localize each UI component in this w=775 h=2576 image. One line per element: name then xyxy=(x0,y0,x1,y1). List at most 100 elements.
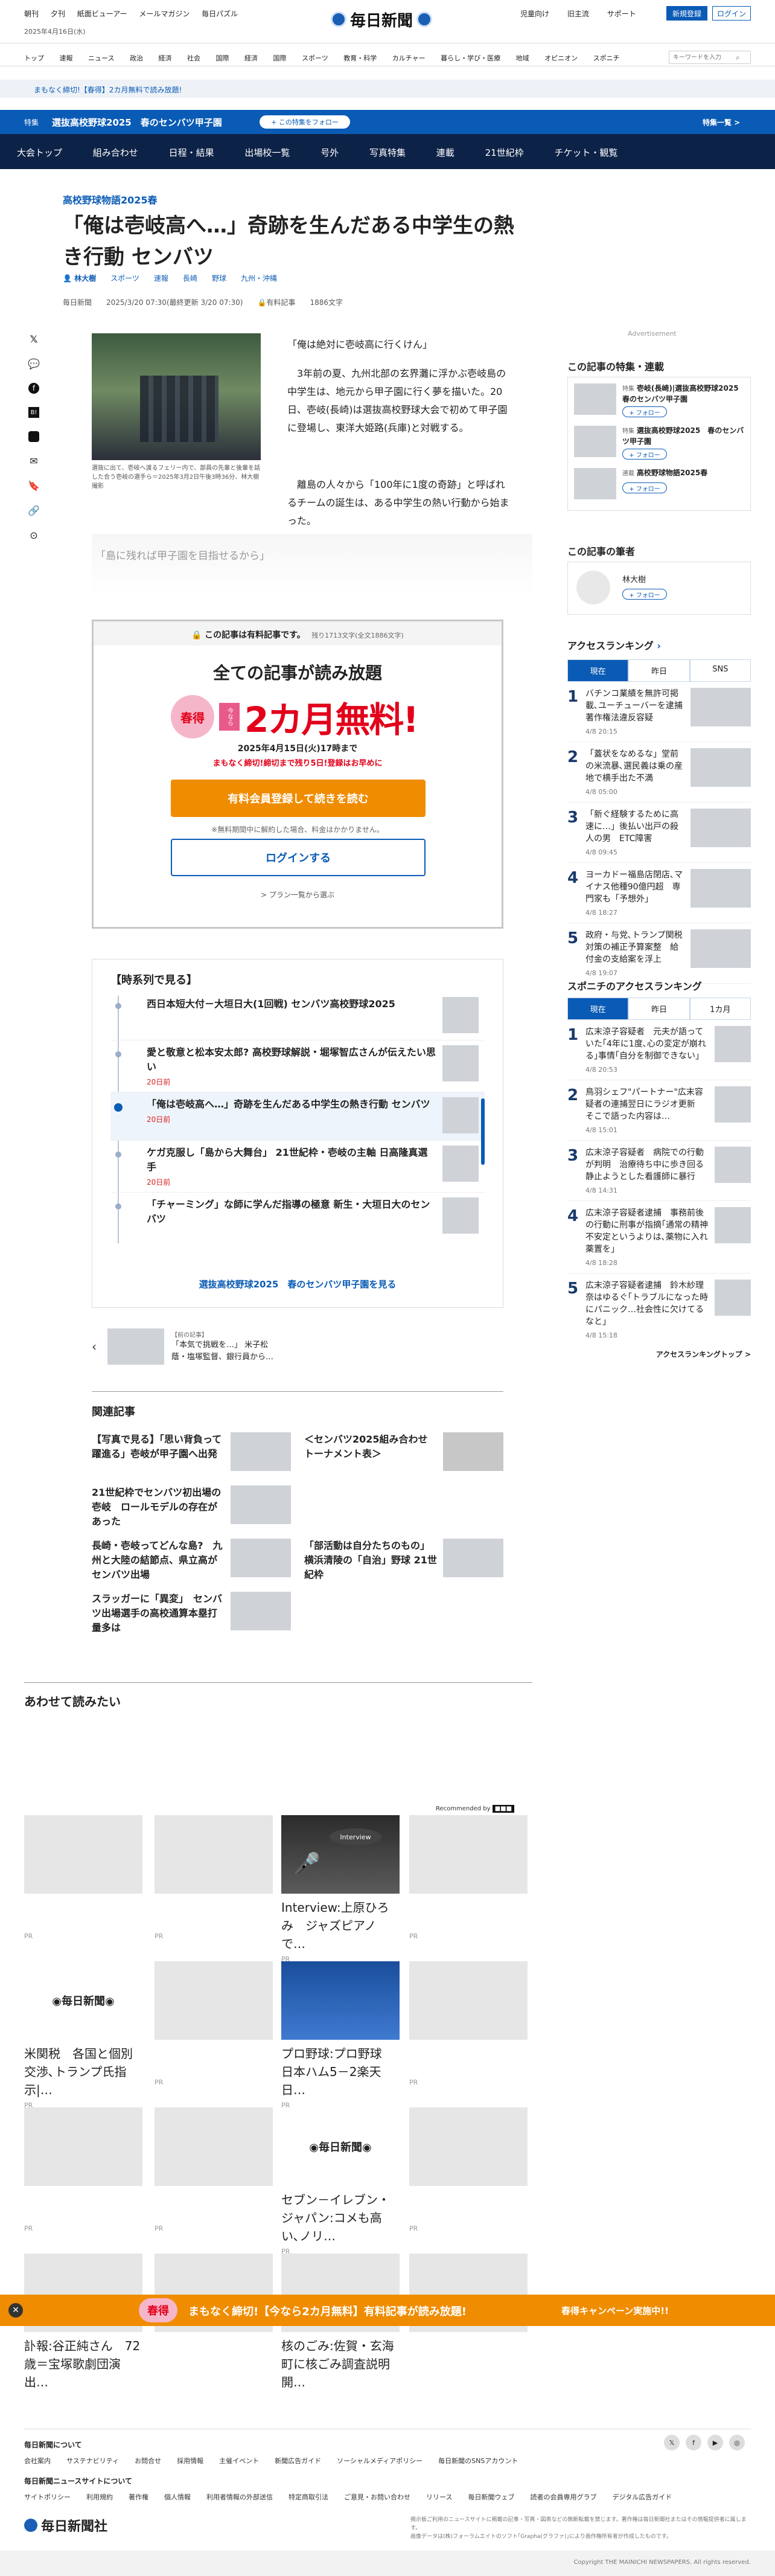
bottom-banner[interactable]: ✕ 春得 まもなく締切!【今なら2カ月無料】有料記事が読み放題! 春得キャンペー… xyxy=(0,2295,775,2326)
cat-sports[interactable]: スポーツ xyxy=(302,53,328,63)
reco-card[interactable]: PR xyxy=(409,2107,528,2232)
bookmark-icon[interactable]: 🔖 xyxy=(28,480,40,492)
footer-link[interactable]: 個人情報 xyxy=(164,2493,191,2501)
tab-yesterday[interactable]: 昨日 xyxy=(628,998,690,1020)
banner-cta[interactable]: 春得キャンペーン実施中!! xyxy=(561,2304,669,2317)
reco-card[interactable]: PR xyxy=(24,1815,142,1940)
series-item[interactable]: ケガ克服し「島から大舞台」 21世紀枠・壱岐の主軸 日高隆真選手 20日前 xyxy=(110,1141,485,1193)
hatena-icon[interactable]: B! xyxy=(28,407,39,418)
related-item[interactable]: 21世紀枠でセンバツ初出場の壱岐 ロールモデルの存在があった xyxy=(92,1485,291,1529)
subnav-top[interactable]: 大会トップ xyxy=(17,146,62,159)
series-more-link[interactable]: 選抜高校野球2025 春のセンバツ甲子園を見る xyxy=(92,1278,503,1290)
plans-link[interactable]: > プラン一覧から選ぶ xyxy=(94,889,502,900)
reco-card[interactable]: Interview 🎤 Interview:上原ひろみ ジャズピアノで… PR xyxy=(281,1815,400,1963)
header-link-evening[interactable]: 夕刊 xyxy=(51,8,65,19)
reco-card[interactable]: PR xyxy=(409,1815,528,1940)
subscribe-button[interactable]: 有料会員登録して続きを読む xyxy=(171,780,426,817)
tab-now[interactable]: 現在 xyxy=(567,998,629,1020)
x-share-icon[interactable]: 𝕏 xyxy=(30,333,38,345)
banner-text[interactable]: まもなく締切!【今なら2カ月無料】有料記事が読み放題! xyxy=(188,2303,467,2319)
facebook-icon[interactable]: f xyxy=(28,383,39,394)
cat-economy[interactable]: 経済 xyxy=(158,53,171,63)
footer-link[interactable]: 読者の会員専用グラブ xyxy=(530,2493,596,2501)
tag-sports[interactable]: スポーツ xyxy=(110,273,139,283)
feature-list-link[interactable]: 特集一覧 > xyxy=(703,117,740,127)
series-item-title[interactable]: 愛と敬意と松本安太郎? 高校野球解説・堀塚智広さんが伝えたい思い xyxy=(147,1045,436,1074)
byline[interactable]: 👤 林大樹 xyxy=(63,273,96,283)
cat-society[interactable]: 社会 xyxy=(187,53,200,63)
reco-title[interactable]: セブン－イレブン・ジャパン:コメも高い､ノリ… xyxy=(281,2191,400,2245)
subnav-tickets[interactable]: チケット・観覧 xyxy=(554,146,617,159)
related-item-title[interactable]: スラッガーに「異変」 センバツ出場選手の高校通算本塁打量多は xyxy=(92,1592,225,1635)
rank-item[interactable]: 4 広末涼子容疑者逮捕 事務前後の行動に刑事が指摘｢通常の精神不安定というよりは､… xyxy=(567,1201,751,1274)
series-item-title[interactable]: 西日本短大付－大垣日大(1回戦) センバツ高校野球2025 xyxy=(147,997,436,1011)
feature-follow-button[interactable]: + この特集をフォロー xyxy=(260,115,350,129)
cat-news[interactable]: ニュース xyxy=(88,53,114,63)
reco-title[interactable]: 米関税 各国と個別交渉､トランプ氏指示|… xyxy=(24,2045,142,2099)
related-item-title[interactable]: 長崎・壱岐ってどんな島? 九州と大陸の結節点、県立高がセンバツ出場 xyxy=(92,1539,225,1582)
footer-link[interactable]: お問合せ xyxy=(135,2457,161,2465)
rank-item-title[interactable]: 政府・与党､トランプ関税対策の補正予算案整 給付金の支給案を浮上 xyxy=(585,929,684,966)
feature-item-title[interactable]: 選抜高校野球2025 春のセンバツ甲子園 xyxy=(622,426,744,446)
footer-link[interactable]: 主催イベント xyxy=(219,2457,259,2465)
feature-item-title[interactable]: 壱岐(長崎)|選抜高校野球2025 春のセンバツ甲子園 xyxy=(622,384,746,403)
reco-title[interactable]: 訃報:谷正純さん 72歳＝宝塚歌劇団演出… xyxy=(24,2337,142,2391)
search-icon[interactable]: ⌕ xyxy=(736,53,740,62)
reco-card[interactable]: PR xyxy=(24,2107,142,2232)
footer-link[interactable]: 会社案内 xyxy=(24,2457,51,2465)
rank-item-title[interactable]: バチンコ業績を無許可掲載､ユーチューバーを逮捕 著作権法違反容疑 xyxy=(585,688,691,724)
footer-link[interactable]: 毎日新聞のSNSアカウント xyxy=(438,2457,518,2465)
cat-region[interactable]: 地域 xyxy=(516,53,529,63)
tag-nagasaki[interactable]: 長崎 xyxy=(183,273,197,283)
cat-world[interactable]: 国際 xyxy=(215,53,229,63)
footer-link[interactable]: サステナビリティ xyxy=(66,2457,119,2465)
tab-month[interactable]: 1カ月 xyxy=(689,998,751,1020)
series-item[interactable]: 愛と敬意と松本安太郎? 高校野球解説・堀塚智広さんが伝えたい思い 20日前 xyxy=(110,1040,485,1092)
tab-sns[interactable]: SNS xyxy=(689,659,751,682)
cat-culture[interactable]: カルチャー xyxy=(392,53,426,63)
close-icon[interactable]: ✕ xyxy=(8,2303,23,2318)
sponichi-more-link[interactable]: アクセスランキングトップ > xyxy=(567,1349,751,1359)
mail-icon[interactable]: ✉ xyxy=(30,455,37,467)
link-icon[interactable]: 🔗 xyxy=(28,505,40,516)
cat-life[interactable]: 暮らし・学び・医療 xyxy=(441,53,500,63)
rank-item[interactable]: 1 広末涼子容疑者 元夫が語っていた｢4年に1度､心の変定が崩れる｣事情｢自分を制… xyxy=(567,1020,751,1080)
reco-card[interactable]: ◉毎日新聞◉ セブン－イレブン・ジャパン:コメも高い､ノリ… PR xyxy=(281,2107,400,2255)
search-input[interactable] xyxy=(669,54,736,61)
byline-name[interactable]: 林大樹 xyxy=(74,274,96,283)
related-item[interactable]: 長崎・壱岐ってどんな島? 九州と大陸の結節点、県立高がセンバツ出場 xyxy=(92,1539,291,1582)
footer-link[interactable]: 著作権 xyxy=(129,2493,148,2501)
article-kicker[interactable]: 高校野球物語2025春 xyxy=(63,192,158,207)
plans-link-text[interactable]: プラン一覧から選ぶ xyxy=(269,891,334,899)
rank-item-title[interactable]: ヨーカドー福島店閉店､マイナス他種90億円超 専門家も「予想外」 xyxy=(585,869,684,905)
series-item-title[interactable]: 「俺は壱岐高へ…」奇跡を生んだある中学生の熱き行動 センバツ xyxy=(147,1097,436,1112)
rank-item-title[interactable]: 広末涼子容疑者 病院での行動が判明 治療待ち中に歩き回る静止ようとした看護師に暴… xyxy=(585,1147,709,1183)
header-link-newsletter[interactable]: メールマガジン xyxy=(139,8,190,19)
rank-item[interactable]: 1 バチンコ業績を無許可掲載､ユーチューバーを逮捕 著作権法違反容疑 4/8 20:… xyxy=(567,682,751,742)
youtube-icon[interactable]: ▶ xyxy=(707,2435,723,2450)
cat-sponichi[interactable]: スポニチ xyxy=(593,53,620,63)
sidebar-feature-item[interactable]: 連載 高校野球物語2025春 + フォロー xyxy=(574,468,744,504)
reco-card[interactable]: ◉毎日新聞◉ 米関税 各国と個別交渉､トランプ氏指示|… PR xyxy=(24,1961,142,2109)
rank-item[interactable]: 2 「蓋状をなめるな」堂前の米流暴､選民義は乗の産地で横手出た不満 4/8 05:0… xyxy=(567,742,751,803)
cat-opinion[interactable]: オピニオン xyxy=(544,53,578,63)
header-link-support[interactable]: サポート xyxy=(607,10,636,18)
search-box[interactable]: ⌕ xyxy=(669,51,751,64)
feature-follow-button[interactable]: + フォロー xyxy=(622,482,667,493)
promo-bar[interactable]: まもなく締切!【春得】2カ月無料で読み放題! xyxy=(0,80,775,98)
article-photo[interactable] xyxy=(92,333,261,460)
series-item-current[interactable]: 「俺は壱岐高へ…」奇跡を生んだある中学生の熱き行動 センバツ 20日前 xyxy=(110,1092,485,1141)
site-logo[interactable]: 毎日新聞 xyxy=(331,7,444,31)
rank-item[interactable]: 3 広末涼子容疑者 病院での行動が判明 治療待ち中に歩き回る静止ようとした看護師に… xyxy=(567,1141,751,1201)
cat-science[interactable]: 教育・科学 xyxy=(343,53,377,63)
chevron-left-icon[interactable]: ‹ xyxy=(92,1339,97,1354)
tab-yesterday[interactable]: 昨日 xyxy=(628,659,690,682)
header-link-viewer[interactable]: 紙面ビューアー xyxy=(77,8,127,19)
login-button[interactable]: ログイン xyxy=(712,6,751,21)
footer-logo[interactable]: 毎日新聞社 xyxy=(24,2516,107,2535)
prev-article[interactable]: ‹ 【前の記事】 「本気で挑戦を…」 米子松蔭・塩塚監督、銀行員から… xyxy=(92,1328,291,1367)
header-link-kids[interactable]: 児童向け xyxy=(520,10,549,18)
cat-politics[interactable]: 政治 xyxy=(130,53,143,63)
subnav-schedule[interactable]: 日程・結果 xyxy=(169,146,214,159)
rank-item[interactable]: 2 鳥羽シェフ"パートナー"広末容疑者の連捕翌日にラジオ更新 そこで語った内容は…… xyxy=(567,1080,751,1141)
